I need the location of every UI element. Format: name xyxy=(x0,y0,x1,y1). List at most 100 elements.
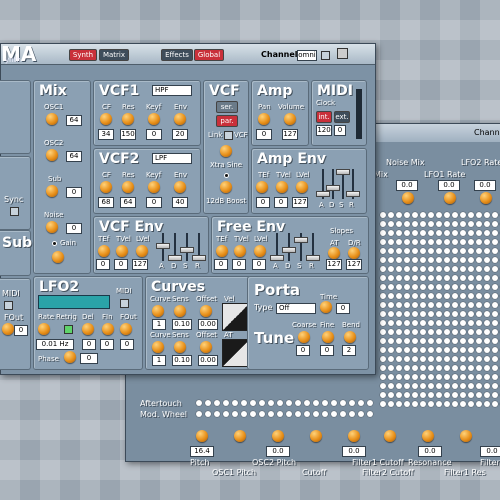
matrix-connection-dot[interactable] xyxy=(404,248,410,254)
matrix-connection-dot[interactable] xyxy=(428,401,434,407)
matrix-connection-dot[interactable] xyxy=(444,329,450,335)
matrix-connection-dot[interactable] xyxy=(460,239,466,245)
curves-offset2-value[interactable]: 0.00 xyxy=(198,355,218,366)
lfo2-fin-knob[interactable] xyxy=(102,323,114,335)
vcf1-cf-knob[interactable] xyxy=(100,113,112,125)
free-env-decay-slider[interactable] xyxy=(282,233,296,261)
matrix-connection-dot[interactable] xyxy=(444,392,450,398)
matrix-connection-dot[interactable] xyxy=(268,400,274,406)
matrix-connection-dot[interactable] xyxy=(396,320,402,326)
matrix-connection-dot[interactable] xyxy=(396,338,402,344)
matrix-connection-dot[interactable] xyxy=(380,311,386,317)
matrix-connection-dot[interactable] xyxy=(420,302,426,308)
matrix-connection-dot[interactable] xyxy=(436,221,442,227)
matrix-connection-dot[interactable] xyxy=(420,401,426,407)
matrix-connection-dot[interactable] xyxy=(205,400,211,406)
vcf-env-tvel-knob[interactable] xyxy=(116,245,128,257)
matrix-connection-dot[interactable] xyxy=(340,400,346,406)
matrix-bottom-knob-1[interactable] xyxy=(196,430,208,442)
matrix-connection-dot[interactable] xyxy=(460,302,466,308)
matrix-connection-dot[interactable] xyxy=(380,383,386,389)
matrix-connection-dot[interactable] xyxy=(452,221,458,227)
matrix-connection-dot[interactable] xyxy=(286,400,292,406)
tune-bend-value[interactable]: 2 xyxy=(342,345,356,356)
vcf-serial-button[interactable]: ser. xyxy=(216,101,238,113)
vcf-env-lvel-value[interactable]: 127 xyxy=(132,259,148,270)
matrix-connection-dot[interactable] xyxy=(484,365,490,371)
tune-coarse-value[interactable]: 0 xyxy=(296,345,310,356)
free-env-dr-knob[interactable] xyxy=(348,247,360,259)
matrix-connection-dot[interactable] xyxy=(460,221,466,227)
matrix-connection-dot[interactable] xyxy=(476,230,482,236)
matrix-connection-dot[interactable] xyxy=(476,383,482,389)
matrix-connection-dot[interactable] xyxy=(286,411,292,417)
matrix-connection-dot[interactable] xyxy=(404,302,410,308)
matrix-knob-noise-mix[interactable] xyxy=(402,192,414,204)
matrix-connection-dot[interactable] xyxy=(380,230,386,236)
vcf-xtra-sine-knob[interactable] xyxy=(220,145,232,157)
matrix-connection-dot[interactable] xyxy=(388,248,394,254)
matrix-connection-dot[interactable] xyxy=(460,320,466,326)
matrix-connection-dot[interactable] xyxy=(492,293,498,299)
matrix-connection-dot[interactable] xyxy=(404,311,410,317)
matrix-connection-dot[interactable] xyxy=(404,401,410,407)
matrix-connection-dot[interactable] xyxy=(313,411,319,417)
matrix-connection-dot[interactable] xyxy=(444,302,450,308)
matrix-connection-dot[interactable] xyxy=(452,212,458,218)
matrix-connection-dot[interactable] xyxy=(428,230,434,236)
matrix-connection-dot[interactable] xyxy=(436,248,442,254)
matrix-connection-dot[interactable] xyxy=(452,239,458,245)
vcf2-keyf-knob[interactable] xyxy=(148,181,160,193)
matrix-connection-dot[interactable] xyxy=(468,221,474,227)
vcf2-res-knob[interactable] xyxy=(122,181,134,193)
matrix-header-value-2[interactable]: 0.0 xyxy=(438,180,460,191)
matrix-connection-dot[interactable] xyxy=(476,275,482,281)
vcf1-res-value[interactable]: 150 xyxy=(120,129,136,140)
matrix-connection-dot[interactable] xyxy=(388,347,394,353)
vcf-env-decay-slider[interactable] xyxy=(168,233,182,261)
lfo2-del-value[interactable]: 0 xyxy=(82,339,96,350)
porta-time-knob[interactable] xyxy=(320,301,332,313)
matrix-connection-dot[interactable] xyxy=(444,347,450,353)
lfo1-fout-knob[interactable] xyxy=(2,323,14,335)
amp-volume-knob[interactable] xyxy=(284,113,296,125)
matrix-knob-lfo2-rate[interactable] xyxy=(480,192,492,204)
matrix-connection-dot[interactable] xyxy=(460,356,466,362)
matrix-connection-dot[interactable] xyxy=(484,320,490,326)
matrix-connection-dot[interactable] xyxy=(259,411,265,417)
vcf1-cf-value[interactable]: 34 xyxy=(98,129,114,140)
matrix-connection-dot[interactable] xyxy=(452,311,458,317)
tune-coarse-knob[interactable] xyxy=(298,331,310,343)
matrix-connection-dot[interactable] xyxy=(436,365,442,371)
matrix-connection-dot[interactable] xyxy=(484,347,490,353)
matrix-connection-dot[interactable] xyxy=(388,257,394,263)
matrix-connection-dot[interactable] xyxy=(476,257,482,263)
matrix-connection-dot[interactable] xyxy=(484,338,490,344)
matrix-connection-dot[interactable] xyxy=(396,401,402,407)
matrix-connection-dot[interactable] xyxy=(484,293,490,299)
free-env-lvel-knob[interactable] xyxy=(254,245,266,257)
matrix-connection-dot[interactable] xyxy=(420,293,426,299)
matrix-connection-dot[interactable] xyxy=(380,275,386,281)
vcf-env-tvel-value[interactable]: 0 xyxy=(114,259,128,270)
osc1-value[interactable]: 64 xyxy=(66,115,82,126)
lfo2-rate-value[interactable]: 0.01 Hz xyxy=(36,339,74,350)
matrix-connection-dot[interactable] xyxy=(444,401,450,407)
matrix-connection-dot[interactable] xyxy=(444,284,450,290)
vcf2-env-value[interactable]: 40 xyxy=(172,197,188,208)
matrix-connection-dot[interactable] xyxy=(396,221,402,227)
matrix-connection-dot[interactable] xyxy=(428,212,434,218)
matrix-connection-dot[interactable] xyxy=(420,275,426,281)
matrix-connection-dot[interactable] xyxy=(476,221,482,227)
matrix-connection-dot[interactable] xyxy=(468,365,474,371)
matrix-connection-dot[interactable] xyxy=(452,401,458,407)
matrix-connection-dot[interactable] xyxy=(492,338,498,344)
matrix-connection-dot[interactable] xyxy=(420,248,426,254)
matrix-connection-dot[interactable] xyxy=(452,374,458,380)
vcf-env-attack-slider[interactable] xyxy=(156,233,170,261)
matrix-connection-dot[interactable] xyxy=(420,212,426,218)
matrix-connection-dot[interactable] xyxy=(476,320,482,326)
vcf-env-tef-knob[interactable] xyxy=(98,245,110,257)
matrix-connection-dot[interactable] xyxy=(214,411,220,417)
matrix-connection-dot[interactable] xyxy=(492,275,498,281)
